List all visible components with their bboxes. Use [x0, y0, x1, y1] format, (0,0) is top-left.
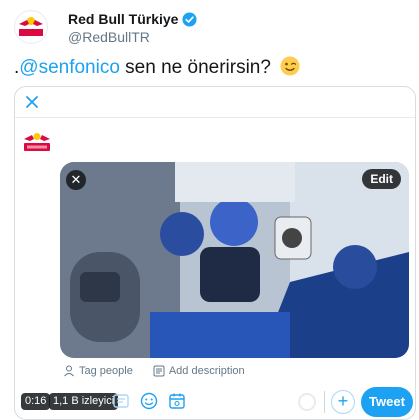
verified-badge-icon	[182, 11, 197, 27]
tweet-text: .@senfonico sen ne önerirsin?	[14, 56, 300, 79]
view-count-badge: 1,1 B izleyici	[49, 393, 119, 410]
add-tweet-button[interactable]: +	[331, 390, 355, 414]
red-bull-logo-icon	[14, 10, 48, 44]
media-meta-row: Tag people Add description	[63, 363, 265, 379]
remove-media-button[interactable]: ✕	[66, 170, 86, 190]
add-description-button[interactable]: Add description	[153, 365, 245, 377]
composer-card: ✕ Edit Tag people Add description 0:16 1…	[14, 86, 416, 420]
video-duration-badge: 0:16	[21, 393, 51, 410]
schedule-icon[interactable]	[167, 391, 187, 411]
character-count-progress	[298, 393, 316, 411]
winking-face-emoji-icon	[280, 56, 300, 76]
person-icon	[64, 365, 74, 377]
description-icon	[153, 365, 165, 377]
video-frame-image	[60, 162, 409, 358]
avatar[interactable]	[14, 10, 48, 44]
tag-people-button[interactable]: Tag people	[63, 365, 133, 377]
add-description-label: Add description	[168, 365, 245, 377]
tweet-header: Red Bull Türkiye @RedBullTR	[14, 10, 409, 45]
gif-icon[interactable]	[111, 391, 131, 411]
close-icon[interactable]	[23, 93, 41, 111]
author-name-line: Red Bull Türkiye	[68, 11, 197, 27]
tweet-body: sen ne önerirsin?	[119, 57, 271, 78]
author-handle[interactable]: @RedBullTR	[68, 29, 150, 45]
author-name[interactable]: Red Bull Türkiye	[68, 11, 178, 27]
tweet-button[interactable]: Tweet	[361, 387, 413, 417]
composer-toolbar: 0:16 1,1 B izleyici + Tweet	[15, 383, 415, 419]
video-preview[interactable]: ✕ Edit	[60, 162, 409, 358]
toolbar-divider	[324, 391, 325, 413]
tag-people-label: Tag people	[79, 365, 133, 377]
red-bull-logo-icon	[24, 133, 50, 151]
divider	[15, 117, 415, 118]
mention-link[interactable]: @senfonico	[19, 57, 120, 78]
edit-media-button[interactable]: Edit	[362, 169, 401, 189]
emoji-icon[interactable]	[139, 391, 159, 411]
